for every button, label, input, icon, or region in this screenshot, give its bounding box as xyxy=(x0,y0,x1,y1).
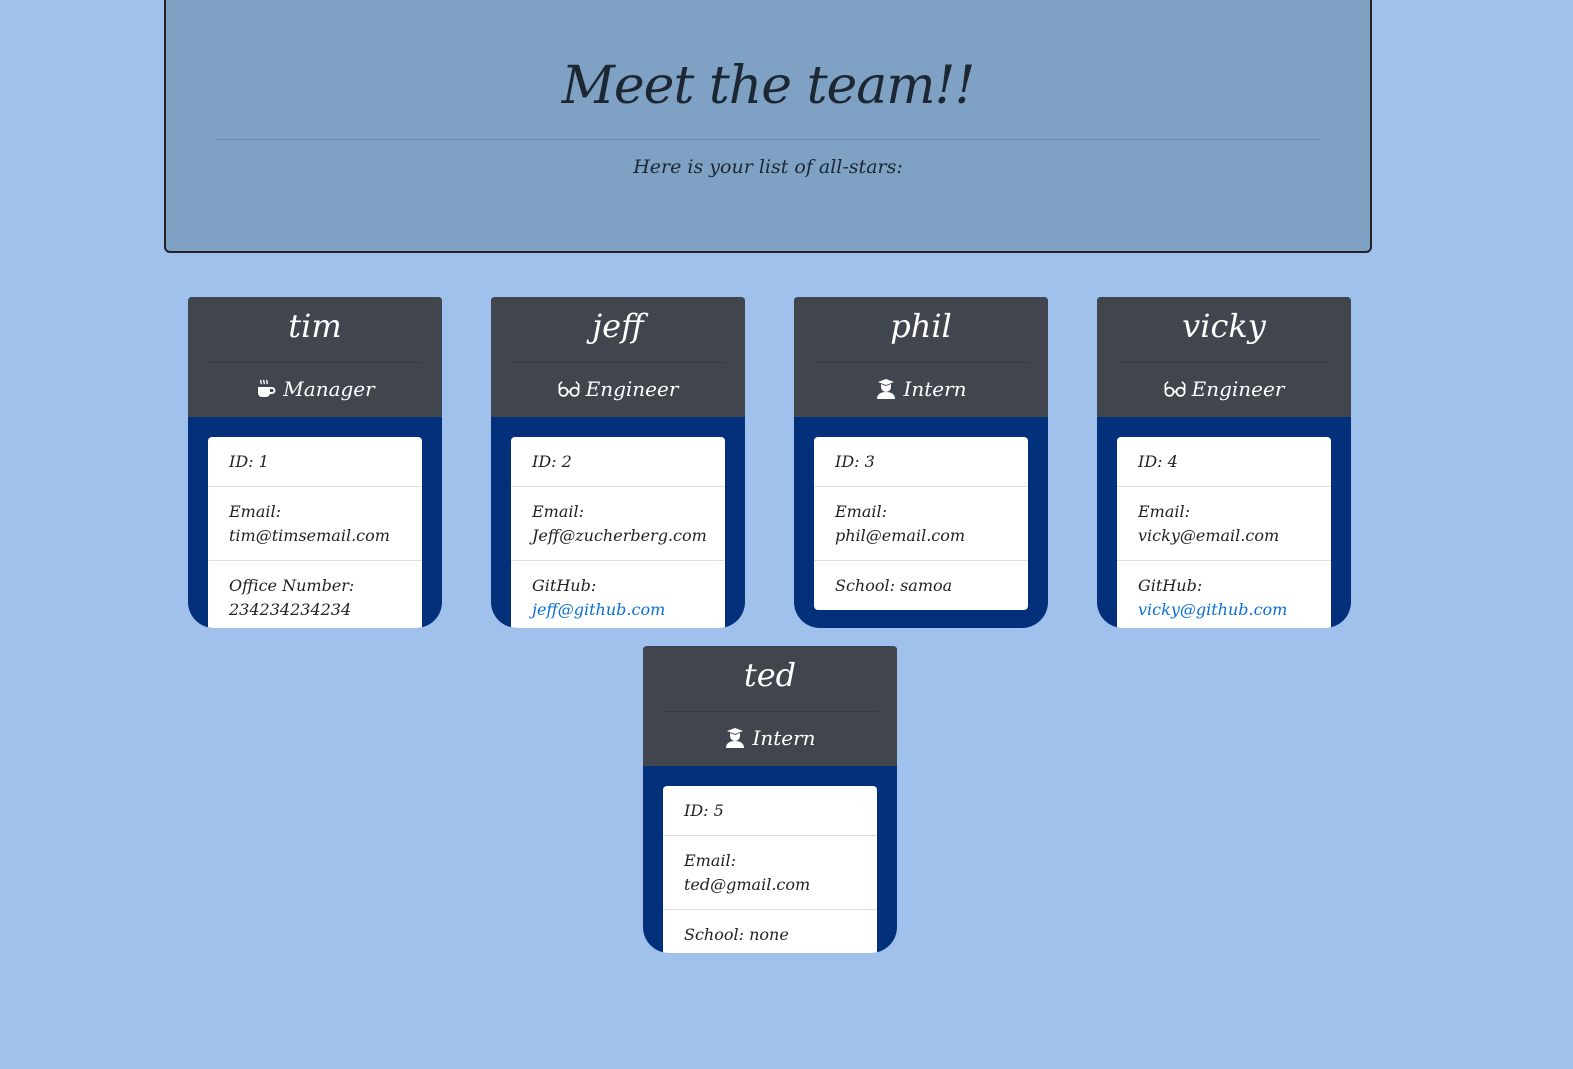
github-label: GitHub: xyxy=(1138,576,1203,595)
school-item: School: none xyxy=(663,910,877,953)
glasses-icon xyxy=(1164,378,1186,400)
info-list: ID: 5 Email: ted@gmail.com School: none xyxy=(663,786,877,953)
email-value: ted@gmail.com xyxy=(684,875,811,894)
email-label: Email: xyxy=(532,502,585,521)
employee-role: Manager xyxy=(188,377,442,401)
page-subtitle: Here is your list of all-stars: xyxy=(633,156,903,178)
employee-card-phil: phil Intern ID: 3 Email: phil@email.com … xyxy=(794,297,1048,628)
page-title: Meet the team!! xyxy=(561,56,976,116)
header-divider xyxy=(216,139,1320,140)
info-list: ID: 3 Email: phil@email.com School: samo… xyxy=(814,437,1028,610)
card-header: phil Intern xyxy=(794,297,1048,417)
employee-name: ted xyxy=(743,656,797,694)
card-header: tim Manager xyxy=(188,297,442,417)
id-item: ID: 5 xyxy=(663,786,877,836)
email-item: Email: tim@timsemail.com xyxy=(208,487,422,561)
graduate-icon xyxy=(875,378,897,400)
school-label: School: xyxy=(835,576,901,595)
email-item: Email: vicky@email.com xyxy=(1117,487,1331,561)
school-value: none xyxy=(749,925,789,944)
card-body: ID: 4 Email: vicky@email.com GitHub: vic… xyxy=(1097,417,1351,628)
info-list: ID: 1 Email: tim@timsemail.com Office Nu… xyxy=(208,437,422,628)
email-label: Email: xyxy=(835,502,888,521)
employee-role: Intern xyxy=(794,377,1048,401)
card-header-divider xyxy=(208,362,422,363)
graduate-icon xyxy=(724,727,746,749)
id-item: ID: 3 xyxy=(814,437,1028,487)
employee-role: Intern xyxy=(643,726,897,750)
employee-card-vicky: vicky Engineer ID: 4 Email: vicky@email.… xyxy=(1097,297,1351,628)
card-body: ID: 5 Email: ted@gmail.com School: none xyxy=(643,766,897,953)
school-value: samoa xyxy=(900,576,953,595)
id-item: ID: 4 xyxy=(1117,437,1331,487)
email-item: Email: ted@gmail.com xyxy=(663,836,877,910)
card-body: ID: 1 Email: tim@timsemail.com Office Nu… xyxy=(188,417,442,628)
card-header-divider xyxy=(814,362,1028,363)
role-label: Intern xyxy=(752,726,816,750)
github-item: GitHub: vicky@github.com xyxy=(1117,561,1331,628)
school-label: School: xyxy=(684,925,750,944)
card-body: ID: 2 Email: Jeff@zucherberg.com GitHub:… xyxy=(491,417,745,628)
github-link[interactable]: jeff@github.com xyxy=(532,600,665,619)
id-item: ID: 2 xyxy=(511,437,725,487)
card-header-divider xyxy=(511,362,725,363)
card-header: jeff Engineer xyxy=(491,297,745,417)
github-link[interactable]: vicky@github.com xyxy=(1138,600,1287,619)
email-value: phil@email.com xyxy=(835,526,966,545)
github-label: GitHub: xyxy=(532,576,597,595)
employee-name: jeff xyxy=(592,307,644,345)
email-value: Jeff@zucherberg.com xyxy=(532,526,707,545)
role-label: Intern xyxy=(903,377,967,401)
employee-card-ted: ted Intern ID: 5 Email: ted@gmail.com Sc… xyxy=(643,646,897,953)
email-label: Email: xyxy=(684,851,737,870)
employee-role: Engineer xyxy=(1097,377,1351,401)
jumbotron-header: Meet the team!! Here is your list of all… xyxy=(164,0,1372,253)
email-label: Email: xyxy=(1138,502,1191,521)
employee-name: tim xyxy=(288,307,342,345)
employee-name: vicky xyxy=(1182,307,1266,345)
employee-card-tim: tim Manager ID: 1 Email: tim@timsemail.c… xyxy=(188,297,442,628)
employee-role: Engineer xyxy=(491,377,745,401)
office-number-value: 234234234234 xyxy=(229,600,352,619)
github-item: GitHub: jeff@github.com xyxy=(511,561,725,628)
card-header: ted Intern xyxy=(643,646,897,766)
email-value: vicky@email.com xyxy=(1138,526,1280,545)
school-item: School: samoa xyxy=(814,561,1028,610)
role-label: Manager xyxy=(283,377,375,401)
role-label: Engineer xyxy=(585,377,679,401)
email-item: Email: Jeff@zucherberg.com xyxy=(511,487,725,561)
role-label: Engineer xyxy=(1191,377,1285,401)
card-header: vicky Engineer xyxy=(1097,297,1351,417)
card-header-divider xyxy=(663,711,877,712)
glasses-icon xyxy=(558,378,580,400)
employee-name: phil xyxy=(890,307,952,345)
id-item: ID: 1 xyxy=(208,437,422,487)
email-value: tim@timsemail.com xyxy=(229,526,390,545)
card-body: ID: 3 Email: phil@email.com School: samo… xyxy=(794,417,1048,628)
card-header-divider xyxy=(1117,362,1331,363)
info-list: ID: 4 Email: vicky@email.com GitHub: vic… xyxy=(1117,437,1331,628)
office-number-label: Office Number: xyxy=(229,576,355,595)
office-number-item: Office Number: 234234234234 xyxy=(208,561,422,628)
email-label: Email: xyxy=(229,502,282,521)
coffee-icon xyxy=(255,378,277,400)
email-item: Email: phil@email.com xyxy=(814,487,1028,561)
employee-card-jeff: jeff Engineer ID: 2 Email: Jeff@zucherbe… xyxy=(491,297,745,628)
info-list: ID: 2 Email: Jeff@zucherberg.com GitHub:… xyxy=(511,437,725,628)
